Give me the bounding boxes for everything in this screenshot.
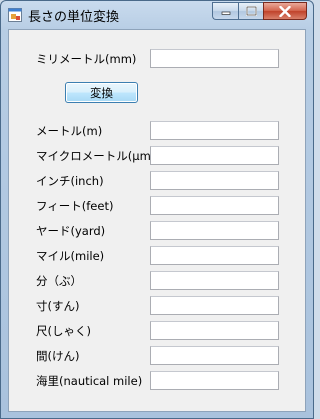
title-bar[interactable]: 長さの単位変換 [1, 1, 313, 29]
app-window: 長さの単位変換 ミリメートル(mm) 変換 メートル(m) マイクロメートル(μ… [0, 0, 314, 419]
mile-field[interactable] [150, 246, 279, 265]
ken-field[interactable] [150, 346, 279, 365]
nautical-mile-field[interactable] [150, 371, 279, 390]
caption-buttons [212, 2, 307, 21]
millimeter-input[interactable] [150, 49, 279, 68]
form-client-area: ミリメートル(mm) 変換 メートル(m) マイクロメートル(μm) インチ(i… [8, 29, 306, 412]
minimize-button[interactable] [212, 2, 238, 20]
inch-field[interactable] [150, 171, 279, 190]
yard-field[interactable] [150, 221, 279, 240]
micrometer-label: マイクロメートル(μm) [36, 149, 156, 163]
feet-field[interactable] [150, 196, 279, 215]
nautical-mile-label: 海里(nautical mile) [36, 374, 143, 388]
feet-label: フィート(feet) [36, 199, 114, 213]
window-title: 長さの単位変換 [28, 10, 120, 25]
convert-button[interactable]: 変換 [65, 82, 138, 103]
ken-label: 間(けん) [36, 349, 80, 363]
sun-field[interactable] [150, 296, 279, 315]
close-button[interactable] [263, 2, 307, 20]
shaku-field[interactable] [150, 321, 279, 340]
close-icon [279, 5, 291, 17]
app-icon [8, 8, 22, 22]
mile-label: マイル(mile) [36, 249, 105, 263]
bu-field[interactable] [150, 271, 279, 290]
bu-label: 分（ぶ） [36, 274, 82, 288]
millimeter-label: ミリメートル(mm) [36, 52, 137, 66]
sun-label: 寸(すん) [36, 299, 80, 313]
meter-field[interactable] [150, 121, 279, 140]
shaku-label: 尺(しゃく) [36, 324, 91, 338]
yard-label: ヤード(yard) [36, 224, 106, 238]
inch-label: インチ(inch) [36, 174, 104, 188]
maximize-button[interactable] [238, 2, 263, 20]
maximize-icon [245, 6, 257, 16]
minimize-icon [221, 11, 230, 15]
meter-label: メートル(m) [36, 124, 103, 138]
micrometer-field[interactable] [150, 146, 279, 165]
